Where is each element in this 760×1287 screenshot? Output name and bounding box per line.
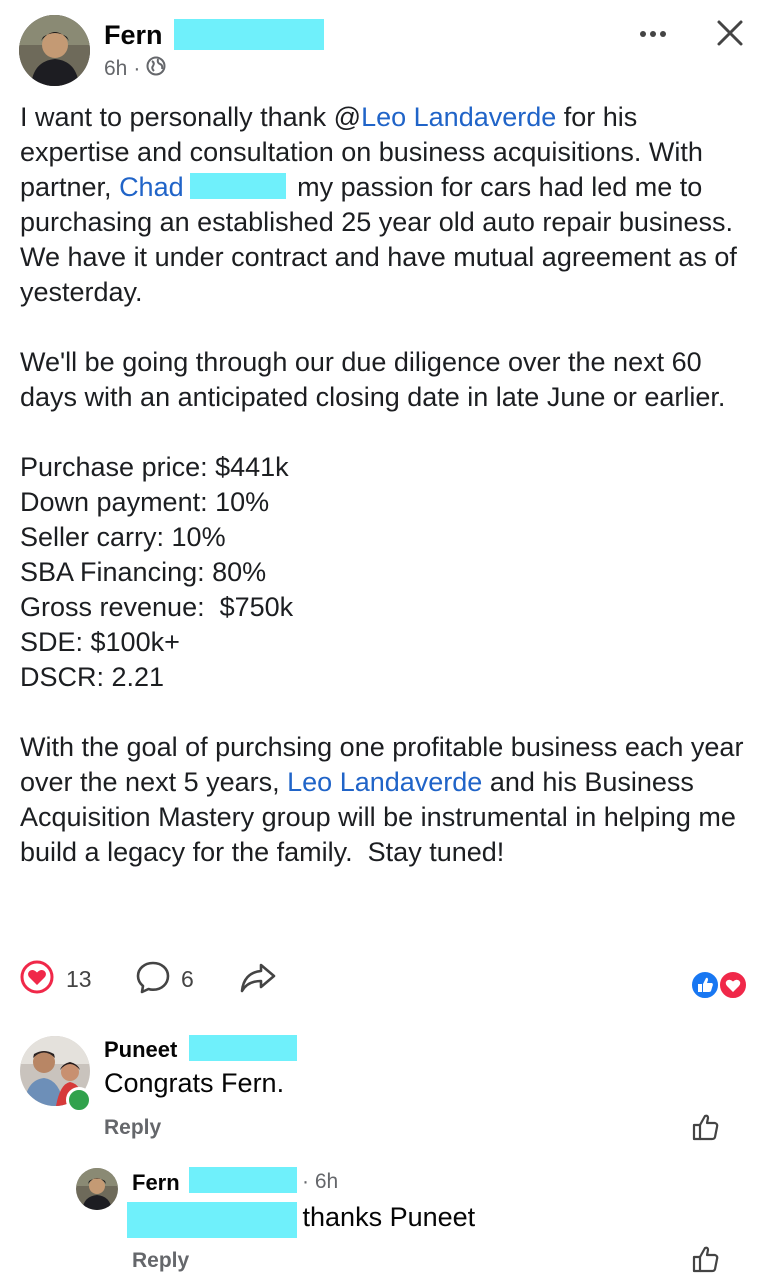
stat-line: DSCR: 2.21 (20, 662, 165, 692)
mention-leo-landaverde[interactable]: Leo Landaverde (361, 102, 556, 132)
partner-surname-redaction (189, 173, 286, 199)
thumbs-up-icon[interactable] (690, 1111, 722, 1143)
comment-button[interactable]: 6 (135, 960, 194, 999)
share-icon[interactable] (238, 959, 278, 995)
reply-author-name[interactable]: Fern (132, 1170, 180, 1196)
reply-author-surname-redaction (189, 1167, 297, 1193)
post-paragraph-1: I want to personally thank @Leo Landaver… (20, 102, 737, 307)
reply-timestamp[interactable]: · 6h (302, 1170, 338, 1194)
thumbs-up-icon[interactable] (690, 1243, 722, 1275)
reply-button[interactable]: Reply (132, 1249, 189, 1273)
stat-line: Purchase price: $441k (20, 452, 289, 482)
stat-line: Seller carry: 10% (20, 522, 226, 552)
meta-separator: · (133, 57, 141, 80)
post-author-first-name[interactable]: Fern (104, 20, 163, 50)
post-meta: 6h · (104, 56, 166, 82)
stat-line: Down payment: 10% (20, 487, 270, 517)
reply-author-avatar[interactable] (76, 1168, 118, 1210)
stat-line: SBA Financing: 80% (20, 557, 267, 587)
close-icon[interactable] (713, 16, 747, 50)
comment-author-name[interactable]: Puneet (104, 1037, 177, 1063)
like-reaction-icon (690, 970, 720, 1005)
mention-leo-landaverde-2[interactable]: Leo Landaverde (287, 767, 482, 797)
heart-reaction-icon (20, 960, 54, 999)
reaction-count[interactable]: 13 (66, 966, 92, 993)
comment-bubble-icon (135, 960, 171, 999)
online-status-dot (66, 1087, 92, 1113)
post-timestamp[interactable]: 6h (104, 57, 127, 81)
reply-mention-redaction (127, 1202, 297, 1238)
reply-button[interactable]: Reply (104, 1116, 161, 1140)
reply-text: a thanks Puneet (280, 1202, 476, 1232)
deal-stats: Purchase price: $441k Down payment: 10% … (20, 450, 750, 695)
react-button[interactable]: 13 (20, 960, 92, 999)
comment-count[interactable]: 6 (181, 966, 194, 993)
post-author-name[interactable]: Fern (104, 20, 163, 51)
reaction-summary[interactable] (690, 970, 750, 1002)
stat-line: SDE: $100k+ (20, 627, 180, 657)
love-reaction-icon (718, 970, 748, 1005)
post-author-avatar[interactable] (19, 15, 90, 86)
comment-text: Congrats Fern. (104, 1068, 285, 1098)
more-dots-icon[interactable] (636, 24, 670, 44)
post-body: I want to personally thank @Leo Landaver… (20, 100, 750, 870)
stat-line: Gross revenue: $750k (20, 592, 294, 622)
globe-icon (146, 56, 166, 82)
post-paragraph-4: With the goal of purchsing one profitabl… (20, 732, 751, 867)
mention-chad[interactable]: Chad (119, 172, 184, 202)
post-author-surname-redaction (174, 19, 324, 50)
post-paragraph-2: We'll be going through our due diligence… (20, 347, 726, 412)
comment-author-surname-redaction (189, 1035, 297, 1061)
